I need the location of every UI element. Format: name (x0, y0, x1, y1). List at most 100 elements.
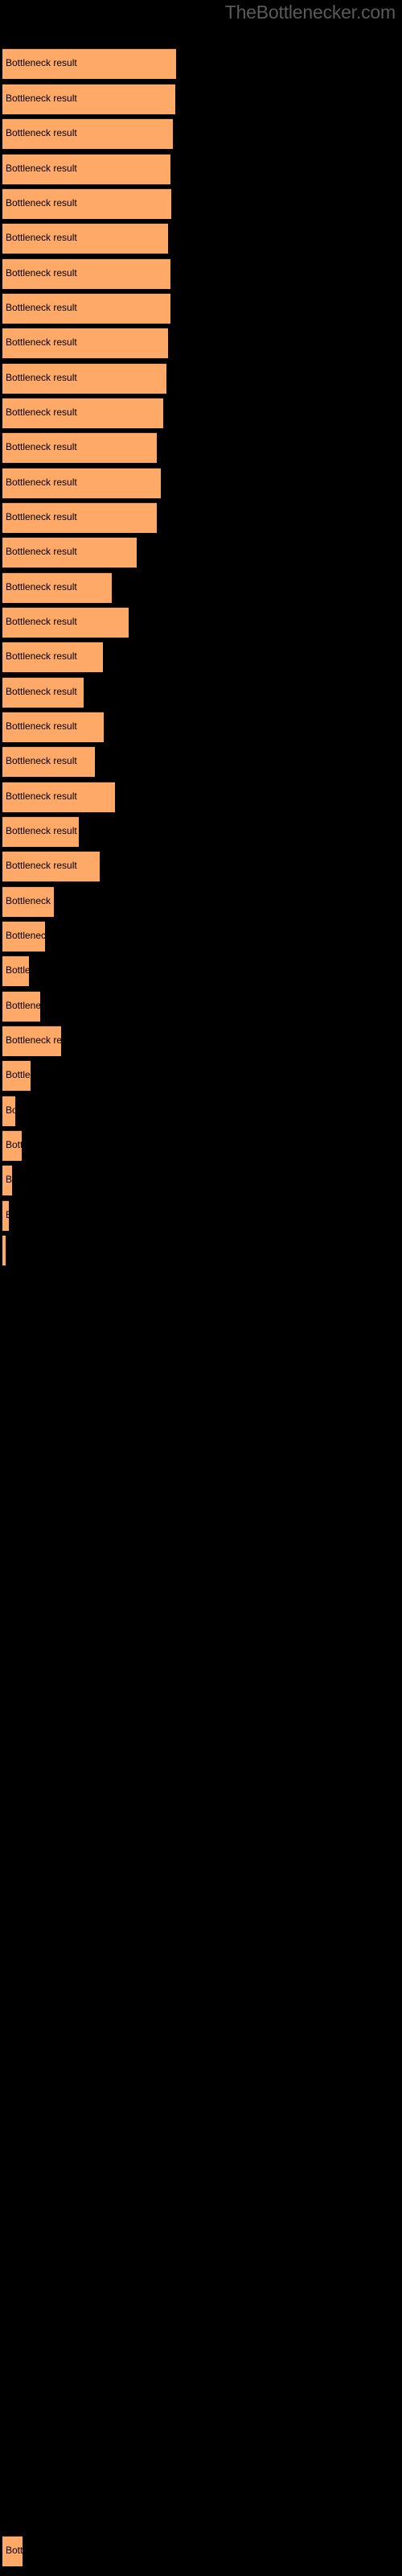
bar-row: Bottleneck result (0, 1200, 402, 1232)
bar-row: Bottleneck result (0, 886, 402, 919)
bar-row: Bottleneck result (0, 293, 402, 325)
bottleneck-result-bar[interactable]: Bottleneck result (2, 607, 129, 638)
bar-label: Bottleneck result (6, 336, 77, 348)
bar-label: Bottleneck result (6, 825, 77, 836)
bottleneck-result-bar[interactable]: Bottleneck result (2, 1026, 61, 1056)
bottleneck-result-bar[interactable]: Bottleneck result (2, 956, 29, 986)
bar-label: Bottleneck result (6, 860, 77, 871)
bottleneck-result-bar[interactable]: Bottleneck result (2, 1096, 15, 1126)
bottleneck-result-bar[interactable]: Bottleneck result (2, 398, 163, 428)
bottleneck-result-bar[interactable]: Bottleneck result (2, 886, 54, 917)
bottleneck-result-bar[interactable]: Bottleneck result (2, 712, 104, 742)
bottleneck-result-bar[interactable]: Bottleneck result (2, 572, 112, 603)
bar-row: Bottleneck result (0, 1060, 402, 1092)
bottleneck-result-bar[interactable]: Bottleneck result (2, 223, 168, 254)
bottleneck-result-bar[interactable]: Bottleneck result (2, 1060, 31, 1091)
bottleneck-result-bar[interactable]: Bottleneck result (2, 851, 100, 881)
bar-row: Bottleneck result (0, 468, 402, 500)
bar-label: Bottleneck result (6, 895, 54, 906)
bar-label: Bottleneck result (6, 1000, 40, 1011)
bottleneck-result-bar[interactable]: Bottleneck result (2, 816, 79, 847)
bar-row: Bottleneck result (0, 328, 402, 360)
bottleneck-result-bar[interactable]: Bottleneck result (2, 991, 40, 1022)
bottleneck-result-bar[interactable]: Bottleneck result (2, 1165, 12, 1195)
bar-row: Bottleneck result (0, 188, 402, 221)
bottleneck-result-bar[interactable]: Bottleneck result (2, 188, 171, 219)
bar-label: Bottleneck result (6, 127, 77, 138)
bar-label: Bottleneck result (6, 546, 77, 557)
bar-row: Bottleneck result (0, 223, 402, 255)
bar-label: Bottleneck result (6, 477, 77, 488)
bar-row: Bottleneck result (0, 1235, 402, 1267)
bottleneck-result-bar[interactable]: Bottleneck result (2, 468, 161, 498)
bottleneck-result-bar[interactable]: Bottleneck result (2, 363, 166, 394)
bar-label: Bottleneck result (6, 1139, 22, 1150)
bar-label: Bottleneck result (6, 302, 77, 313)
bottleneck-result-bar[interactable]: Bottleneck result (2, 154, 170, 184)
bottleneck-result-bar[interactable]: Bottleneck result (2, 328, 168, 358)
bottleneck-result-bar[interactable]: Bottleneck result (2, 921, 45, 952)
bar-label: Bottleneck result (6, 93, 77, 104)
bar-row: Bottleneck result (0, 1165, 402, 1197)
bar-row: Bottleneck result (0, 2536, 402, 2568)
bar-row: Bottleneck result (0, 677, 402, 709)
bar-label: Bottleneck result (6, 2545, 23, 2556)
bottleneck-result-bar[interactable]: Bottleneck result (2, 537, 137, 568)
bar-label: Bottleneck result (6, 581, 77, 592)
bottleneck-result-bar[interactable]: Bottleneck result (2, 1130, 22, 1161)
bar-label: Bottleneck result (6, 964, 29, 976)
bar-label: Bottleneck result (6, 267, 77, 279)
bar-row: Bottleneck result (0, 432, 402, 464)
bottleneck-result-bar[interactable]: Bottleneck result (2, 432, 157, 463)
bar-row: Bottleneck result (0, 502, 402, 535)
bar-row: Bottleneck result (0, 816, 402, 848)
bottleneck-result-bar[interactable]: Bottleneck result (2, 118, 173, 149)
bar-label: Bottleneck result (6, 755, 77, 766)
bottleneck-result-bar[interactable]: Bottleneck result (2, 746, 95, 777)
bar-row: Bottleneck result (0, 921, 402, 953)
bar-label: Bottleneck result (6, 616, 77, 627)
bar-row: Bottleneck result (0, 607, 402, 639)
bar-label: Bottleneck result (6, 232, 77, 243)
bar-label: Bottleneck result (6, 1104, 15, 1116)
bar-row: Bottleneck result (0, 851, 402, 883)
bottleneck-result-bar[interactable]: Bottleneck result (2, 642, 103, 672)
bar-row: Bottleneck result (0, 642, 402, 674)
bar-row: Bottleneck result (0, 118, 402, 151)
bar-label: Bottleneck result (6, 686, 77, 697)
bar-row: Bottleneck result (0, 712, 402, 744)
bar-row: Bottleneck result (0, 746, 402, 778)
bar-label: Bottleneck result (6, 372, 77, 383)
bottleneck-result-bar[interactable]: Bottleneck result (2, 84, 175, 114)
bar-label: Bottleneck result (6, 407, 77, 418)
bottleneck-result-bar[interactable]: Bottleneck result (2, 502, 157, 533)
bar-label: Bottleneck result (6, 511, 77, 522)
bottleneck-result-bar[interactable]: Bottleneck result (2, 1200, 9, 1231)
bar-row: Bottleneck result (0, 363, 402, 395)
bottleneck-result-bar[interactable]: Bottleneck result (2, 2536, 23, 2566)
bottleneck-result-bar[interactable]: Bottleneck result (2, 677, 84, 708)
bottleneck-result-bar[interactable]: Bottleneck result (2, 1235, 6, 1265)
bar-row: Bottleneck result (0, 782, 402, 814)
bar-label: Bottleneck result (6, 720, 77, 732)
bar-label: Bottleneck result (6, 163, 77, 174)
bar-label: Bottleneck result (6, 57, 77, 68)
bar-row: Bottleneck result (0, 398, 402, 430)
bottleneck-bar-chart: Bottleneck result Bottleneck result Bottle… (0, 0, 402, 2576)
bar-label: Bottleneck result (6, 1174, 12, 1185)
bar-row: Bottleneck result (0, 48, 402, 80)
bottleneck-result-bar[interactable]: Bottleneck result (2, 258, 170, 289)
bottleneck-result-bar[interactable]: Bottleneck result (2, 782, 115, 812)
bar-row: Bottleneck result (0, 1026, 402, 1058)
bottleneck-result-bar[interactable]: Bottleneck result (2, 293, 170, 324)
bar-label: Bottleneck result (6, 197, 77, 208)
bar-label: Bottleneck result (6, 791, 77, 802)
bottleneck-result-bar[interactable]: Bottleneck result (2, 48, 176, 79)
bar-row: Bottleneck result (0, 572, 402, 605)
bar-row: Bottleneck result (0, 84, 402, 116)
bar-label: Bottleneck result (6, 1209, 9, 1220)
bar-label: Bottleneck result (6, 930, 45, 941)
bar-row: Bottleneck result (0, 258, 402, 291)
bar-label: Bottleneck result (6, 650, 77, 662)
bar-row: Bottleneck result (0, 991, 402, 1023)
